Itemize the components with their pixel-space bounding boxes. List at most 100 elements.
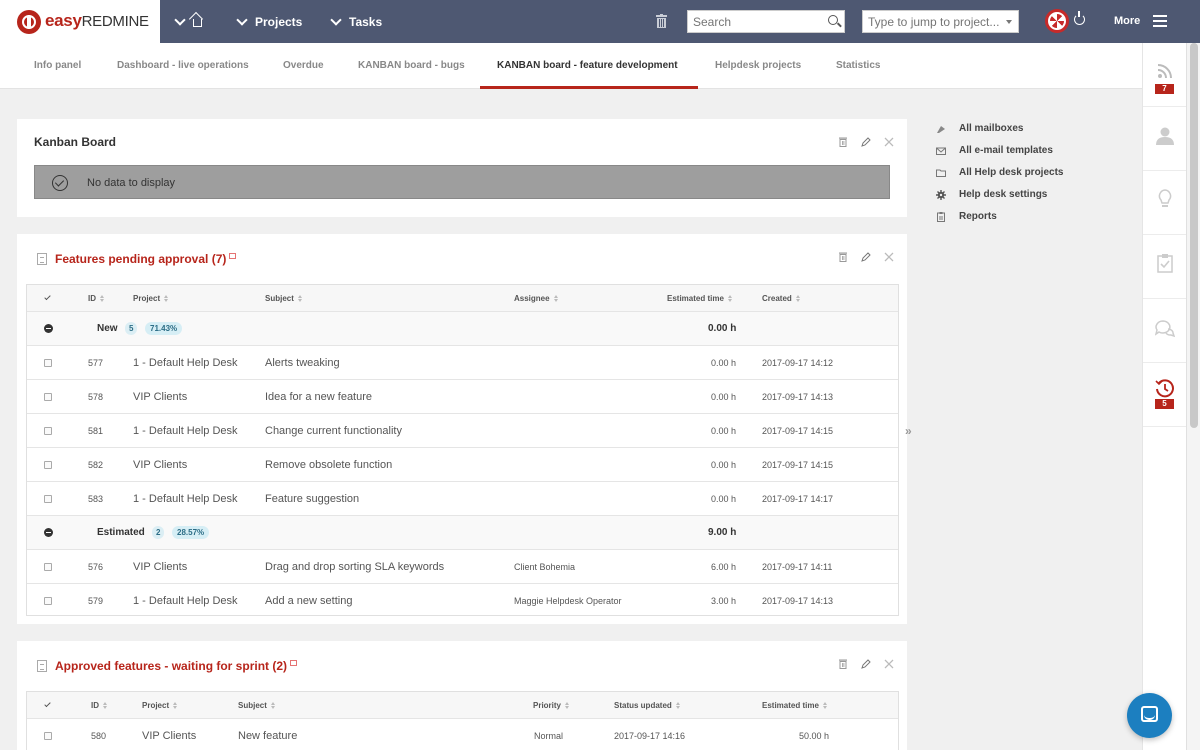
row-checkbox[interactable]: [44, 393, 52, 401]
collapse-sidebar-toggle[interactable]: »: [905, 424, 915, 438]
column-header-subject[interactable]: Subject: [238, 701, 276, 710]
approved-features-title-text[interactable]: Approved features - waiting for sprint (…: [55, 659, 287, 673]
column-header-priority[interactable]: Priority: [533, 701, 570, 710]
tab-helpdesk-projects[interactable]: Helpdesk projects: [715, 60, 801, 71]
table-row[interactable]: 581 1 - Default Help Desk Change current…: [27, 414, 898, 448]
dropdown-caret-icon[interactable]: [1006, 20, 1012, 24]
issue-id[interactable]: 576: [88, 562, 103, 572]
column-header-project[interactable]: Project: [133, 294, 169, 303]
logo[interactable]: easyREDMINE: [0, 0, 160, 43]
link-all-help-desk-projects[interactable]: All Help desk projects: [936, 166, 1136, 182]
edit-icon[interactable]: [861, 252, 871, 262]
tasks-menu[interactable]: Tasks: [330, 0, 382, 43]
projects-menu[interactable]: Projects: [236, 0, 302, 43]
tab-overdue[interactable]: Overdue: [283, 60, 324, 71]
issue-id[interactable]: 581: [88, 426, 103, 436]
issue-subject[interactable]: Remove obsolete function: [265, 459, 392, 471]
delete-icon[interactable]: [838, 659, 848, 669]
edit-icon[interactable]: [861, 137, 871, 147]
table-row[interactable]: 579 1 - Default Help Desk Add a new sett…: [27, 584, 898, 618]
link-all-email-templates[interactable]: All e-mail templates: [936, 144, 1136, 160]
table-row[interactable]: 582 VIP Clients Remove obsolete function…: [27, 448, 898, 482]
logout-icon[interactable]: [1074, 11, 1085, 25]
column-header-estimated-time[interactable]: Estimated time: [762, 701, 828, 710]
collapse-group-icon[interactable]: [44, 324, 53, 333]
row-checkbox[interactable]: [44, 427, 52, 435]
issue-project[interactable]: 1 - Default Help Desk: [133, 493, 238, 505]
page-scrollbar[interactable]: [1186, 43, 1200, 750]
link-label[interactable]: Help desk settings: [959, 189, 1047, 200]
search-icon[interactable]: [828, 15, 838, 25]
group-row-new[interactable]: New 5 71.43% 0.00 h: [27, 312, 898, 346]
users-button[interactable]: [1143, 107, 1186, 171]
search-field[interactable]: [687, 10, 845, 33]
table-row[interactable]: 576 VIP Clients Drag and drop sorting SL…: [27, 550, 898, 584]
chat-button[interactable]: [1143, 299, 1186, 363]
edit-icon[interactable]: [861, 659, 871, 669]
issue-assignee[interactable]: Maggie Helpdesk Operator: [514, 596, 622, 606]
issue-subject[interactable]: New feature: [238, 730, 297, 742]
external-link-icon[interactable]: [229, 253, 237, 259]
issue-subject[interactable]: Idea for a new feature: [265, 391, 372, 403]
group-row-estimated[interactable]: Estimated 2 28.57% 9.00 h: [27, 516, 898, 550]
close-icon[interactable]: [884, 252, 894, 262]
row-checkbox[interactable]: [44, 597, 52, 605]
issue-subject[interactable]: Feature suggestion: [265, 493, 359, 505]
project-jump-input[interactable]: [863, 11, 1018, 32]
column-header-assignee[interactable]: Assignee: [514, 294, 559, 303]
issue-id[interactable]: 582: [88, 460, 103, 470]
issue-project[interactable]: VIP Clients: [133, 459, 187, 471]
scrollbar-thumb[interactable]: [1190, 43, 1198, 428]
delete-icon[interactable]: [838, 137, 848, 147]
issue-project[interactable]: 1 - Default Help Desk: [133, 425, 238, 437]
issue-project[interactable]: VIP Clients: [133, 561, 187, 573]
issue-project[interactable]: VIP Clients: [142, 730, 196, 742]
issue-id[interactable]: 578: [88, 392, 103, 402]
issue-id[interactable]: 579: [88, 596, 103, 606]
issue-subject[interactable]: Change current functionality: [265, 425, 402, 437]
table-row[interactable]: 580 VIP Clients New feature Normal 2017-…: [27, 719, 898, 750]
external-link-icon[interactable]: [290, 660, 298, 666]
select-all-checkmark-icon[interactable]: [44, 293, 51, 301]
link-all-mailboxes[interactable]: All mailboxes: [936, 122, 1136, 138]
column-header-status-updated[interactable]: Status updated: [614, 701, 681, 710]
link-label[interactable]: All e-mail templates: [959, 145, 1053, 156]
tab-kanban-bugs[interactable]: KANBAN board - bugs: [358, 60, 465, 71]
pending-approval-title[interactable]: Features pending approval (7): [55, 252, 237, 266]
tab-dashboard-live-operations[interactable]: Dashboard - live operations: [117, 60, 249, 71]
link-label[interactable]: All Help desk projects: [959, 167, 1063, 178]
more-menu-label[interactable]: More: [1114, 15, 1140, 27]
trash-icon[interactable]: [656, 14, 667, 28]
collapse-group-icon[interactable]: [44, 528, 53, 537]
activity-feed-button[interactable]: 7: [1143, 43, 1186, 107]
approved-features-title[interactable]: Approved features - waiting for sprint (…: [55, 659, 298, 673]
issue-id[interactable]: 580: [91, 731, 106, 741]
row-checkbox[interactable]: [44, 461, 52, 469]
hamburger-menu-icon[interactable]: [1153, 15, 1167, 27]
tab-statistics[interactable]: Statistics: [836, 60, 880, 71]
issue-project[interactable]: 1 - Default Help Desk: [133, 357, 238, 369]
ideas-button[interactable]: [1143, 171, 1186, 235]
link-help-desk-settings[interactable]: Help desk settings: [936, 188, 1136, 204]
recent-history-button[interactable]: 5: [1143, 363, 1186, 427]
column-header-estimated-time[interactable]: Estimated time: [667, 294, 733, 303]
issue-project[interactable]: VIP Clients: [133, 391, 187, 403]
column-header-project[interactable]: Project: [142, 701, 178, 710]
column-header-id[interactable]: ID: [88, 294, 105, 303]
support-chat-button[interactable]: [1127, 693, 1172, 738]
link-label[interactable]: All mailboxes: [959, 123, 1023, 134]
issue-project[interactable]: 1 - Default Help Desk: [133, 595, 238, 607]
table-row[interactable]: 578 VIP Clients Idea for a new feature 0…: [27, 380, 898, 414]
project-jump-field[interactable]: [862, 10, 1019, 33]
tab-info-panel[interactable]: Info panel: [34, 60, 81, 71]
issue-subject[interactable]: Drag and drop sorting SLA keywords: [265, 561, 444, 573]
issue-subject[interactable]: Alerts tweaking: [265, 357, 340, 369]
select-all-checkmark-icon[interactable]: [44, 700, 51, 708]
table-row[interactable]: 577 1 - Default Help Desk Alerts tweakin…: [27, 346, 898, 380]
issue-id[interactable]: 583: [88, 494, 103, 504]
link-reports[interactable]: Reports: [936, 210, 1136, 226]
user-avatar[interactable]: [1045, 9, 1069, 33]
home-menu[interactable]: [174, 0, 202, 43]
row-checkbox[interactable]: [44, 359, 52, 367]
close-icon[interactable]: [884, 137, 894, 147]
